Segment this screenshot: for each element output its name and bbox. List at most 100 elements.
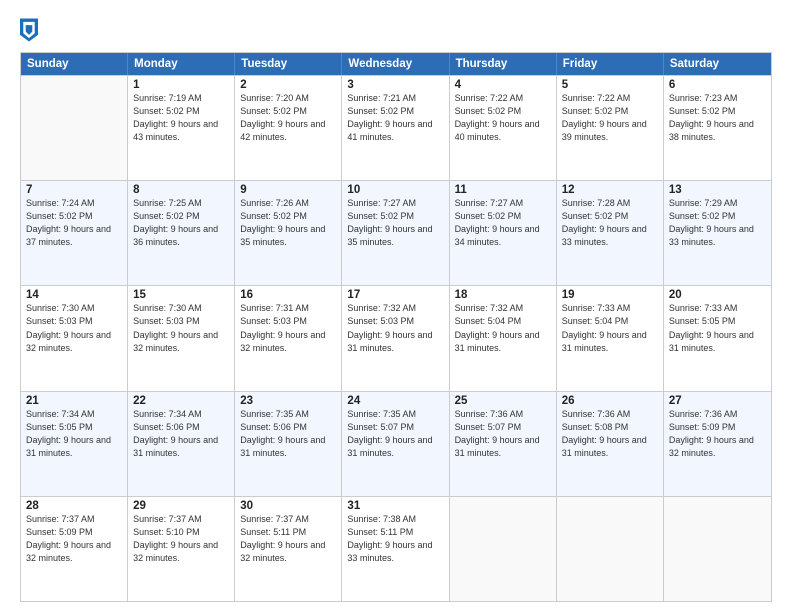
cell-info: Sunrise: 7:21 AMSunset: 5:02 PMDaylight:…	[347, 92, 443, 144]
cell-info: Sunrise: 7:27 AMSunset: 5:02 PMDaylight:…	[347, 197, 443, 249]
day-number: 26	[562, 395, 658, 407]
cell-info: Sunrise: 7:33 AMSunset: 5:05 PMDaylight:…	[669, 302, 766, 354]
day-number: 2	[240, 79, 336, 91]
day-number: 6	[669, 79, 766, 91]
calendar-cell: 23Sunrise: 7:35 AMSunset: 5:06 PMDayligh…	[235, 392, 342, 496]
calendar-cell: 3Sunrise: 7:21 AMSunset: 5:02 PMDaylight…	[342, 76, 449, 180]
calendar-cell: 13Sunrise: 7:29 AMSunset: 5:02 PMDayligh…	[664, 181, 771, 285]
calendar-cell: 6Sunrise: 7:23 AMSunset: 5:02 PMDaylight…	[664, 76, 771, 180]
day-number: 29	[133, 500, 229, 512]
calendar-cell: 11Sunrise: 7:27 AMSunset: 5:02 PMDayligh…	[450, 181, 557, 285]
day-number: 12	[562, 184, 658, 196]
day-number: 28	[26, 500, 122, 512]
cell-info: Sunrise: 7:36 AMSunset: 5:08 PMDaylight:…	[562, 408, 658, 460]
calendar-week-2: 7Sunrise: 7:24 AMSunset: 5:02 PMDaylight…	[21, 180, 771, 285]
day-number: 22	[133, 395, 229, 407]
calendar-cell: 26Sunrise: 7:36 AMSunset: 5:08 PMDayligh…	[557, 392, 664, 496]
day-number: 31	[347, 500, 443, 512]
calendar-cell: 10Sunrise: 7:27 AMSunset: 5:02 PMDayligh…	[342, 181, 449, 285]
cell-info: Sunrise: 7:38 AMSunset: 5:11 PMDaylight:…	[347, 513, 443, 565]
day-number: 18	[455, 289, 551, 301]
day-number: 25	[455, 395, 551, 407]
calendar-cell: 20Sunrise: 7:33 AMSunset: 5:05 PMDayligh…	[664, 286, 771, 390]
calendar-cell: 12Sunrise: 7:28 AMSunset: 5:02 PMDayligh…	[557, 181, 664, 285]
cell-info: Sunrise: 7:22 AMSunset: 5:02 PMDaylight:…	[455, 92, 551, 144]
day-number: 5	[562, 79, 658, 91]
calendar-cell: 14Sunrise: 7:30 AMSunset: 5:03 PMDayligh…	[21, 286, 128, 390]
day-number: 13	[669, 184, 766, 196]
day-number: 1	[133, 79, 229, 91]
cell-info: Sunrise: 7:24 AMSunset: 5:02 PMDaylight:…	[26, 197, 122, 249]
cell-info: Sunrise: 7:30 AMSunset: 5:03 PMDaylight:…	[26, 302, 122, 354]
cell-info: Sunrise: 7:36 AMSunset: 5:07 PMDaylight:…	[455, 408, 551, 460]
calendar-cell: 27Sunrise: 7:36 AMSunset: 5:09 PMDayligh…	[664, 392, 771, 496]
calendar-cell: 21Sunrise: 7:34 AMSunset: 5:05 PMDayligh…	[21, 392, 128, 496]
cell-info: Sunrise: 7:30 AMSunset: 5:03 PMDaylight:…	[133, 302, 229, 354]
calendar-header-saturday: Saturday	[664, 53, 771, 75]
calendar-cell: 25Sunrise: 7:36 AMSunset: 5:07 PMDayligh…	[450, 392, 557, 496]
calendar-cell	[557, 497, 664, 601]
cell-info: Sunrise: 7:25 AMSunset: 5:02 PMDaylight:…	[133, 197, 229, 249]
calendar-header-monday: Monday	[128, 53, 235, 75]
calendar-cell: 19Sunrise: 7:33 AMSunset: 5:04 PMDayligh…	[557, 286, 664, 390]
calendar-cell: 30Sunrise: 7:37 AMSunset: 5:11 PMDayligh…	[235, 497, 342, 601]
cell-info: Sunrise: 7:31 AMSunset: 5:03 PMDaylight:…	[240, 302, 336, 354]
cell-info: Sunrise: 7:29 AMSunset: 5:02 PMDaylight:…	[669, 197, 766, 249]
calendar-cell: 8Sunrise: 7:25 AMSunset: 5:02 PMDaylight…	[128, 181, 235, 285]
cell-info: Sunrise: 7:27 AMSunset: 5:02 PMDaylight:…	[455, 197, 551, 249]
calendar-header-thursday: Thursday	[450, 53, 557, 75]
calendar-header-sunday: Sunday	[21, 53, 128, 75]
calendar-week-3: 14Sunrise: 7:30 AMSunset: 5:03 PMDayligh…	[21, 285, 771, 390]
calendar-cell: 22Sunrise: 7:34 AMSunset: 5:06 PMDayligh…	[128, 392, 235, 496]
calendar-cell: 15Sunrise: 7:30 AMSunset: 5:03 PMDayligh…	[128, 286, 235, 390]
calendar-cell: 28Sunrise: 7:37 AMSunset: 5:09 PMDayligh…	[21, 497, 128, 601]
logo	[20, 18, 42, 42]
cell-info: Sunrise: 7:19 AMSunset: 5:02 PMDaylight:…	[133, 92, 229, 144]
calendar-header-tuesday: Tuesday	[235, 53, 342, 75]
calendar-cell: 17Sunrise: 7:32 AMSunset: 5:03 PMDayligh…	[342, 286, 449, 390]
calendar-week-4: 21Sunrise: 7:34 AMSunset: 5:05 PMDayligh…	[21, 391, 771, 496]
calendar-week-1: 1Sunrise: 7:19 AMSunset: 5:02 PMDaylight…	[21, 75, 771, 180]
day-number: 30	[240, 500, 336, 512]
cell-info: Sunrise: 7:34 AMSunset: 5:06 PMDaylight:…	[133, 408, 229, 460]
day-number: 4	[455, 79, 551, 91]
calendar-cell: 1Sunrise: 7:19 AMSunset: 5:02 PMDaylight…	[128, 76, 235, 180]
cell-info: Sunrise: 7:35 AMSunset: 5:07 PMDaylight:…	[347, 408, 443, 460]
day-number: 7	[26, 184, 122, 196]
day-number: 14	[26, 289, 122, 301]
cell-info: Sunrise: 7:35 AMSunset: 5:06 PMDaylight:…	[240, 408, 336, 460]
cell-info: Sunrise: 7:32 AMSunset: 5:03 PMDaylight:…	[347, 302, 443, 354]
day-number: 3	[347, 79, 443, 91]
calendar-cell: 31Sunrise: 7:38 AMSunset: 5:11 PMDayligh…	[342, 497, 449, 601]
day-number: 20	[669, 289, 766, 301]
calendar: SundayMondayTuesdayWednesdayThursdayFrid…	[20, 52, 772, 602]
calendar-cell	[664, 497, 771, 601]
cell-info: Sunrise: 7:33 AMSunset: 5:04 PMDaylight:…	[562, 302, 658, 354]
calendar-cell: 4Sunrise: 7:22 AMSunset: 5:02 PMDaylight…	[450, 76, 557, 180]
cell-info: Sunrise: 7:34 AMSunset: 5:05 PMDaylight:…	[26, 408, 122, 460]
day-number: 21	[26, 395, 122, 407]
calendar-header-friday: Friday	[557, 53, 664, 75]
day-number: 17	[347, 289, 443, 301]
cell-info: Sunrise: 7:28 AMSunset: 5:02 PMDaylight:…	[562, 197, 658, 249]
calendar-week-5: 28Sunrise: 7:37 AMSunset: 5:09 PMDayligh…	[21, 496, 771, 601]
calendar-cell: 5Sunrise: 7:22 AMSunset: 5:02 PMDaylight…	[557, 76, 664, 180]
calendar-body: 1Sunrise: 7:19 AMSunset: 5:02 PMDaylight…	[21, 75, 771, 601]
day-number: 9	[240, 184, 336, 196]
calendar-header-row: SundayMondayTuesdayWednesdayThursdayFrid…	[21, 53, 771, 75]
day-number: 8	[133, 184, 229, 196]
calendar-cell: 29Sunrise: 7:37 AMSunset: 5:10 PMDayligh…	[128, 497, 235, 601]
calendar-cell: 16Sunrise: 7:31 AMSunset: 5:03 PMDayligh…	[235, 286, 342, 390]
cell-info: Sunrise: 7:37 AMSunset: 5:11 PMDaylight:…	[240, 513, 336, 565]
calendar-cell	[21, 76, 128, 180]
calendar-header-wednesday: Wednesday	[342, 53, 449, 75]
cell-info: Sunrise: 7:37 AMSunset: 5:10 PMDaylight:…	[133, 513, 229, 565]
calendar-cell: 18Sunrise: 7:32 AMSunset: 5:04 PMDayligh…	[450, 286, 557, 390]
cell-info: Sunrise: 7:20 AMSunset: 5:02 PMDaylight:…	[240, 92, 336, 144]
day-number: 19	[562, 289, 658, 301]
day-number: 15	[133, 289, 229, 301]
calendar-cell: 2Sunrise: 7:20 AMSunset: 5:02 PMDaylight…	[235, 76, 342, 180]
day-number: 27	[669, 395, 766, 407]
day-number: 11	[455, 184, 551, 196]
header	[20, 18, 772, 42]
